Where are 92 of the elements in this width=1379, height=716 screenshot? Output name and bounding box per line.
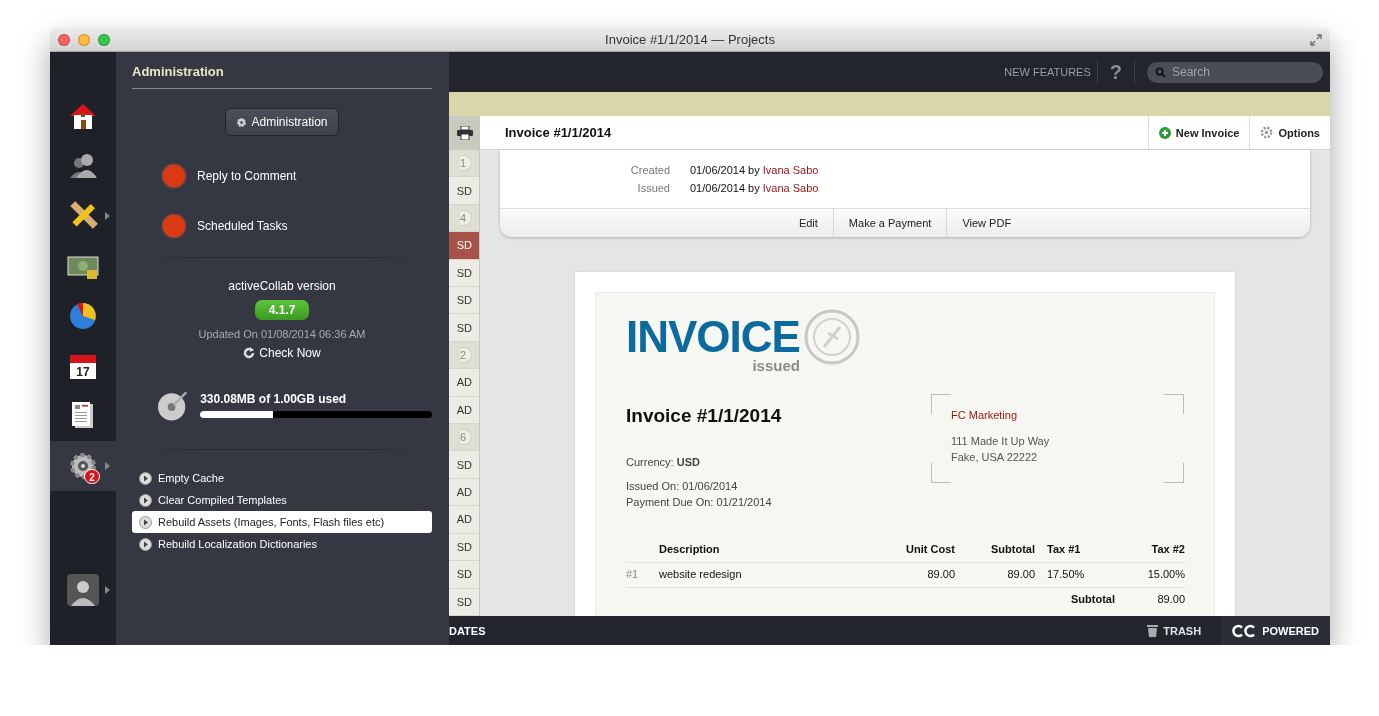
printer-icon[interactable] bbox=[457, 126, 473, 140]
refresh-icon bbox=[243, 347, 256, 359]
table-cell: 89.00 bbox=[955, 563, 1035, 588]
caret-icon bbox=[105, 462, 110, 470]
row-number: #1 bbox=[626, 563, 659, 588]
nav-item[interactable]: 17 bbox=[50, 341, 116, 391]
list-item[interactable]: AD bbox=[449, 396, 479, 425]
zoom-button[interactable] bbox=[98, 33, 110, 46]
list-item[interactable]: SD bbox=[449, 177, 479, 205]
updated-text: Updated On 01/08/2014 06:36 AM bbox=[198, 328, 366, 340]
play-icon bbox=[139, 471, 152, 485]
close-button[interactable] bbox=[58, 33, 70, 46]
fullscreen-icon[interactable] bbox=[1310, 33, 1322, 46]
tool-link[interactable]: Rebuild Assets (Images, Fonts, Flash files etc) bbox=[132, 511, 432, 533]
date-text: Payment Due On: 01/21/2014 bbox=[626, 495, 773, 510]
action-button[interactable]: Make a Payment bbox=[832, 209, 947, 237]
caret-icon bbox=[105, 586, 110, 594]
help-link[interactable]: ? bbox=[1097, 60, 1134, 84]
person-link[interactable]: Ivana Sabo bbox=[762, 164, 819, 176]
list-item[interactable]: AD bbox=[449, 369, 479, 397]
status-stamp-text: issued bbox=[752, 359, 800, 372]
subtotal-label: Subtotal bbox=[1070, 592, 1115, 607]
column-header: Subtotal bbox=[955, 538, 1035, 563]
table-cell: 15.00% bbox=[1115, 563, 1185, 588]
list-item[interactable]: SD bbox=[449, 451, 479, 479]
group-count: 1 bbox=[459, 155, 472, 172]
updates-link[interactable]: DATES bbox=[449, 624, 486, 637]
field-label: Issued bbox=[636, 182, 670, 194]
tool-link[interactable]: Empty Cache bbox=[132, 467, 432, 489]
window-title: Invoice #1/1/2014 — Projects bbox=[604, 32, 776, 47]
tool-link[interactable]: Clear Compiled Templates bbox=[132, 489, 432, 511]
action-button[interactable]: View PDF bbox=[946, 209, 1027, 237]
list-item[interactable]: SD bbox=[449, 533, 479, 562]
caret-icon bbox=[105, 212, 110, 220]
subtotal-value: 89.00 bbox=[1156, 592, 1185, 607]
group-count: 2 bbox=[459, 347, 472, 364]
administration-button[interactable]: Administration bbox=[225, 108, 339, 136]
list-item[interactable]: SD bbox=[449, 561, 479, 589]
trash-link[interactable]: TRASH bbox=[1127, 616, 1222, 645]
alert-label: Reply to Comment bbox=[197, 169, 297, 183]
column-header: Tax #1 bbox=[1035, 538, 1115, 563]
list-item[interactable]: SD bbox=[449, 232, 479, 260]
avatar[interactable] bbox=[67, 574, 99, 606]
panel-title: Administration bbox=[132, 64, 432, 89]
address-line: Fake, USA 22222 bbox=[951, 450, 1039, 465]
play-icon bbox=[139, 493, 152, 507]
postmark-icon bbox=[803, 309, 860, 365]
invoice-title: Invoice #1/1/2014 bbox=[505, 125, 612, 140]
alert-label: Scheduled Tasks bbox=[197, 219, 288, 233]
list-item[interactable]: SD bbox=[449, 314, 479, 342]
pie-chart-icon[interactable] bbox=[67, 300, 99, 332]
column-header: Tax #2 bbox=[1115, 538, 1185, 563]
address-line: 111 Made It Up Way bbox=[951, 434, 1051, 449]
check-now-link[interactable]: Check Now bbox=[243, 346, 321, 360]
date-text: Issued On: 01/06/2014 bbox=[626, 479, 739, 494]
search-field[interactable]: Search bbox=[1147, 61, 1323, 83]
list-item[interactable]: AD bbox=[449, 506, 479, 534]
invoice-logo: INVOICE bbox=[626, 315, 800, 359]
powered-link[interactable]: POWERED bbox=[1221, 616, 1330, 645]
table-cell: website redesign bbox=[659, 563, 865, 588]
table-cell: 17.50% bbox=[1035, 563, 1115, 588]
currency-text: Currency: USD bbox=[626, 455, 701, 470]
field-label: Created bbox=[629, 164, 670, 176]
play-icon bbox=[139, 515, 152, 529]
client-name: FC Marketing bbox=[951, 409, 1019, 421]
version-label: activeCollab version bbox=[228, 279, 336, 293]
list-item[interactable]: SD bbox=[449, 588, 479, 616]
document-title: Invoice #1/1/2014 bbox=[626, 405, 782, 427]
plus-icon bbox=[1158, 126, 1171, 139]
list-item[interactable]: SD bbox=[449, 259, 479, 288]
trash-icon bbox=[1147, 624, 1159, 637]
column-header: Unit Cost bbox=[865, 538, 955, 563]
field-value: 01/06/2014 by Ivana Sabo bbox=[690, 182, 820, 194]
list-item[interactable]: SD bbox=[449, 287, 479, 315]
play-icon bbox=[139, 537, 152, 551]
table-cell: 89.00 bbox=[865, 563, 955, 588]
field-value: 01/06/2014 by Ivana Sabo bbox=[690, 164, 820, 176]
group-count: 4 bbox=[459, 210, 472, 226]
group-count: 6 bbox=[459, 429, 472, 446]
new-features-link[interactable]: NEW FEATURES bbox=[1004, 66, 1097, 78]
gear-icon bbox=[1260, 126, 1274, 139]
list-item[interactable]: AD bbox=[449, 478, 479, 507]
column-header: Description bbox=[659, 538, 865, 563]
tool-link[interactable]: Rebuild Localization Dictionaries bbox=[132, 533, 432, 555]
logo-icon bbox=[1232, 623, 1257, 638]
action-button[interactable]: Edit bbox=[783, 209, 833, 237]
storage-usage: 330.08MB of 1.00GB used bbox=[200, 392, 348, 406]
person-link[interactable]: Ivana Sabo bbox=[762, 182, 819, 194]
notification-badge: 2 bbox=[84, 469, 100, 484]
nav-item[interactable]: 2 bbox=[50, 441, 116, 491]
gear-icon bbox=[236, 116, 248, 128]
version-number: 4.1.7 bbox=[254, 300, 310, 320]
